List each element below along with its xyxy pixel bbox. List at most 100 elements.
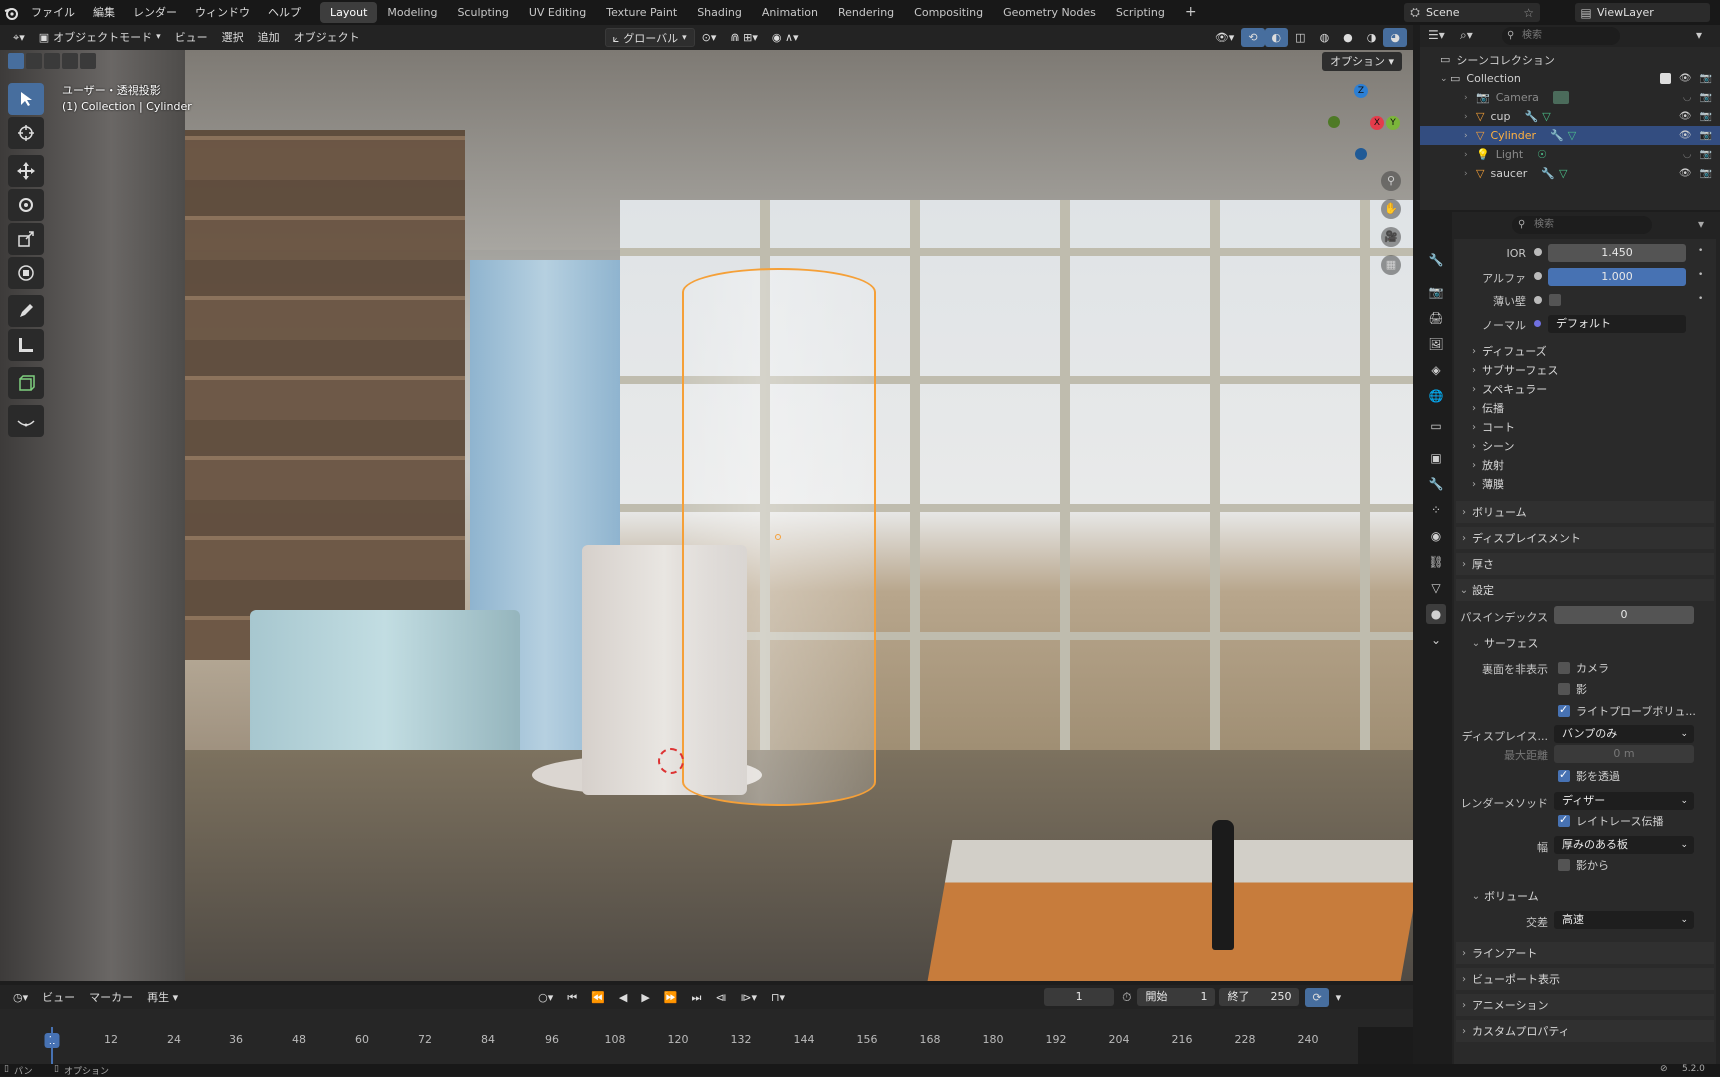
- visibility-icon[interactable]: 👁▾: [1208, 28, 1242, 47]
- add-cube-tool[interactable]: [8, 367, 44, 399]
- output-tab-icon[interactable]: 🖨: [1426, 308, 1446, 328]
- gizmo-y-axis[interactable]: Y: [1386, 116, 1400, 130]
- ior-field[interactable]: 1.450: [1548, 244, 1686, 262]
- snap-icon[interactable]: ⋒ ⊞▾: [723, 28, 764, 47]
- editor-type-clock-icon[interactable]: ◷▾: [6, 988, 35, 1007]
- pivot-icon[interactable]: ⊙▾: [695, 28, 724, 47]
- pan-hand-icon[interactable]: ✋: [1381, 199, 1401, 219]
- keyframe-dot-icon[interactable]: [1534, 296, 1542, 304]
- normal-field[interactable]: デフォルト: [1548, 315, 1686, 333]
- render-camera-icon[interactable]: 📷: [1700, 168, 1712, 179]
- jump-start-icon[interactable]: ⏮: [560, 988, 584, 1007]
- sync-icon[interactable]: ⟳: [1305, 987, 1329, 1007]
- annotate-tool[interactable]: [8, 295, 44, 327]
- navigation-gizmo[interactable]: Z Y X: [1322, 82, 1402, 162]
- timeline-menu-view[interactable]: ビュー: [35, 988, 82, 1007]
- select-intersect-icon[interactable]: [80, 53, 96, 69]
- menu-view[interactable]: ビュー: [168, 28, 215, 47]
- tab-animation[interactable]: Animation: [752, 2, 828, 23]
- render-method-dropdown[interactable]: ディザー ⌄: [1554, 792, 1694, 810]
- stopwatch-icon[interactable]: ⏱: [1122, 990, 1131, 1005]
- raytrace-checkbox[interactable]: [1558, 813, 1570, 827]
- add-workspace-button[interactable]: +: [1175, 2, 1207, 23]
- keyframe-dot-icon[interactable]: [1534, 248, 1542, 256]
- object-tab-icon[interactable]: ▣: [1426, 448, 1446, 468]
- funnel-icon[interactable]: ▾: [1696, 28, 1702, 42]
- frame-end-field[interactable]: 終了 250: [1219, 988, 1300, 1006]
- more-tabs-icon[interactable]: ⌄: [1426, 630, 1446, 650]
- move-tool[interactable]: [8, 155, 44, 187]
- chevron-right-icon[interactable]: ›: [1464, 93, 1476, 103]
- panel-settings[interactable]: ⌄ 設定: [1456, 579, 1714, 601]
- render-camera-icon[interactable]: 📷: [1700, 130, 1712, 141]
- displacement-method-dropdown[interactable]: バンプのみ ⌄: [1554, 725, 1694, 743]
- tab-texture-paint[interactable]: Texture Paint: [596, 2, 687, 23]
- select-extend-icon[interactable]: [26, 53, 42, 69]
- shading-rendered-icon[interactable]: ◕: [1383, 28, 1407, 47]
- outliner-collection[interactable]: ⌄ ▭ Collection 👁 📷: [1420, 69, 1720, 88]
- intersection-dropdown[interactable]: 高速 ⌄: [1554, 911, 1694, 929]
- pin-icon[interactable]: ▾: [1698, 217, 1704, 231]
- include-checkbox[interactable]: [1659, 73, 1671, 84]
- play-icon[interactable]: ▶: [634, 988, 656, 1007]
- shading-material-icon[interactable]: ◑: [1360, 28, 1384, 47]
- timeline-menu-playback[interactable]: 再生 ▾: [140, 988, 185, 1007]
- render-camera-icon[interactable]: 📷: [1700, 73, 1712, 84]
- eye-icon[interactable]: 👁: [1679, 168, 1692, 179]
- animate-dot-icon[interactable]: •: [1698, 270, 1703, 280]
- material-tab-icon[interactable]: ●: [1426, 604, 1446, 624]
- chevron-right-icon[interactable]: ›: [1464, 150, 1476, 160]
- outliner-item-camera[interactable]: › 📷 Camera ◡ 📷: [1420, 88, 1720, 107]
- collection-tab-icon[interactable]: ▭: [1426, 416, 1446, 436]
- alpha-field[interactable]: 1.000: [1548, 268, 1686, 286]
- eye-icon[interactable]: 👁: [1679, 130, 1692, 141]
- scene-tab-icon[interactable]: ◈: [1426, 360, 1446, 380]
- animate-dot-icon[interactable]: •: [1698, 294, 1703, 304]
- menu-window[interactable]: ウィンドウ: [186, 0, 259, 25]
- world-tab-icon[interactable]: 🌐: [1426, 386, 1446, 406]
- panel-volume[interactable]: › ボリューム: [1456, 501, 1714, 523]
- gizmo-neg-y[interactable]: [1328, 116, 1340, 128]
- current-frame-field[interactable]: 1: [1044, 988, 1115, 1006]
- playhead-line[interactable]: [51, 1027, 53, 1064]
- tab-uv-editing[interactable]: UV Editing: [519, 2, 596, 23]
- frame-start-field[interactable]: 開始 1: [1137, 988, 1216, 1006]
- outliner-item-cylinder[interactable]: › ▽ Cylinder 🔧 ▽ 👁 📷: [1420, 126, 1720, 145]
- hidden-eye-icon[interactable]: ◡: [1683, 149, 1692, 160]
- chevron-down-icon[interactable]: ⌄: [1440, 74, 1450, 84]
- select-mode-buttons[interactable]: [8, 53, 98, 71]
- proportional-edit-icon[interactable]: ◉ ∧▾: [765, 28, 806, 47]
- auto-keying-icon[interactable]: ⊓▾: [764, 988, 792, 1007]
- backface-shadow-checkbox[interactable]: [1558, 683, 1570, 695]
- menu-object[interactable]: オブジェクト: [287, 28, 367, 47]
- subpanel-surface[interactable]: ⌄ サーフェス: [1468, 632, 1720, 654]
- gizmo-neg-z[interactable]: [1355, 148, 1367, 160]
- eye-icon[interactable]: 👁: [1679, 73, 1692, 84]
- tab-sculpting[interactable]: Sculpting: [447, 2, 518, 23]
- menu-edit[interactable]: 編集: [84, 0, 124, 25]
- overlay-toggle-icon[interactable]: ◐: [1264, 28, 1289, 47]
- shading-wireframe-icon[interactable]: ◍: [1313, 28, 1337, 47]
- jump-end-icon[interactable]: ⏭: [685, 988, 709, 1007]
- tab-modeling[interactable]: Modeling: [377, 2, 447, 23]
- mode-selector[interactable]: ▣ オブジェクトモード ▾: [32, 28, 168, 47]
- gizmo-z-axis[interactable]: Z: [1354, 84, 1368, 98]
- modifier-tab-icon[interactable]: 🔧: [1426, 474, 1446, 494]
- tab-geometry-nodes[interactable]: Geometry Nodes: [993, 2, 1106, 23]
- timeline-menu-marker[interactable]: マーカー: [82, 988, 140, 1007]
- constraints-tab-icon[interactable]: ⛓: [1426, 552, 1446, 572]
- record-icon[interactable]: ○▾: [531, 988, 560, 1007]
- menu-help[interactable]: ヘルプ: [259, 0, 310, 25]
- transparent-shadow-checkbox[interactable]: [1558, 768, 1570, 782]
- backface-camera-checkbox[interactable]: [1558, 662, 1570, 674]
- scale-tool[interactable]: [8, 223, 44, 255]
- play-reverse-icon[interactable]: ◀: [612, 988, 634, 1007]
- thickness-mode-dropdown[interactable]: 厚みのある板 ⌄: [1554, 836, 1694, 854]
- render-camera-icon[interactable]: 📷: [1700, 149, 1712, 160]
- chevron-right-icon[interactable]: ›: [1464, 131, 1476, 141]
- keyframe-dot-icon[interactable]: [1534, 272, 1542, 280]
- outliner-scene-collection[interactable]: ▭ シーンコレクション: [1420, 50, 1720, 69]
- shading-solid-icon[interactable]: ●: [1336, 28, 1360, 47]
- extrude-tool[interactable]: [8, 405, 44, 437]
- prev-keyframe-icon[interactable]: ⏪: [584, 988, 612, 1007]
